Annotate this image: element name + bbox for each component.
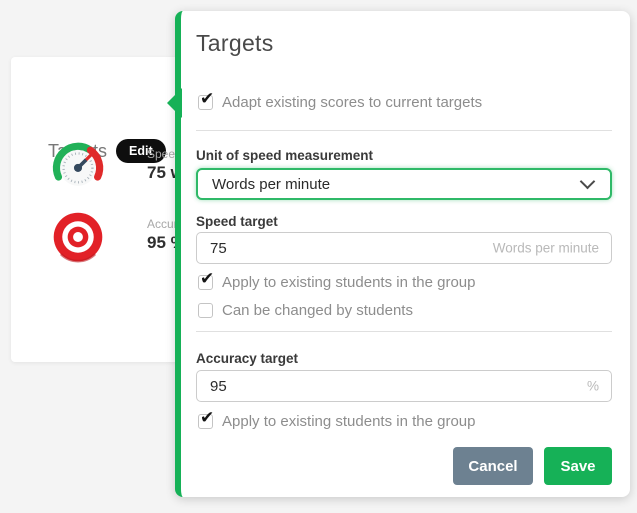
chevron-down-icon — [580, 174, 596, 190]
speedometer-icon — [51, 140, 105, 194]
bullseye-icon — [51, 210, 105, 264]
checkbox-box[interactable] — [198, 303, 213, 318]
modal-button-row: Cancel Save — [196, 447, 612, 485]
checkbox-box[interactable] — [198, 95, 213, 110]
accuracy-field-label: Accuracy target — [196, 350, 612, 367]
accuracy-input[interactable] — [196, 370, 612, 402]
save-button[interactable]: Save — [544, 447, 612, 485]
checkbox-label: Adapt existing scores to current targets — [222, 94, 482, 111]
checkbox-box[interactable] — [198, 275, 213, 290]
divider — [196, 130, 612, 131]
checkbox-apply-accuracy[interactable]: Apply to existing students in the group — [196, 412, 612, 430]
checkbox-label: Apply to existing students in the group — [222, 274, 476, 291]
divider — [196, 331, 612, 332]
speed-input-wrap: Words per minute — [196, 232, 612, 264]
cancel-button[interactable]: Cancel — [453, 447, 533, 485]
modal-pointer-arrow — [167, 88, 182, 118]
unit-select-value: Words per minute — [212, 176, 330, 193]
unit-select[interactable]: Words per minute — [196, 168, 612, 200]
page-background: Targets Edit Speed target 75 wpm — [0, 0, 637, 513]
checkbox-box[interactable] — [198, 414, 213, 429]
accuracy-input-wrap: % — [196, 370, 612, 402]
targets-modal: Targets Adapt existing scores to current… — [175, 11, 630, 497]
speed-input[interactable] — [196, 232, 612, 264]
checkbox-adapt-scores[interactable]: Adapt existing scores to current targets — [196, 93, 612, 111]
checkbox-label: Can be changed by students — [222, 302, 413, 319]
checkbox-changeable-by-students[interactable]: Can be changed by students — [196, 301, 612, 319]
modal-title: Targets — [196, 29, 612, 58]
checkbox-label: Apply to existing students in the group — [222, 413, 476, 430]
speed-field-label: Speed target — [196, 213, 612, 230]
unit-field-label: Unit of speed measurement — [196, 147, 612, 164]
checkbox-apply-speed[interactable]: Apply to existing students in the group — [196, 273, 612, 291]
